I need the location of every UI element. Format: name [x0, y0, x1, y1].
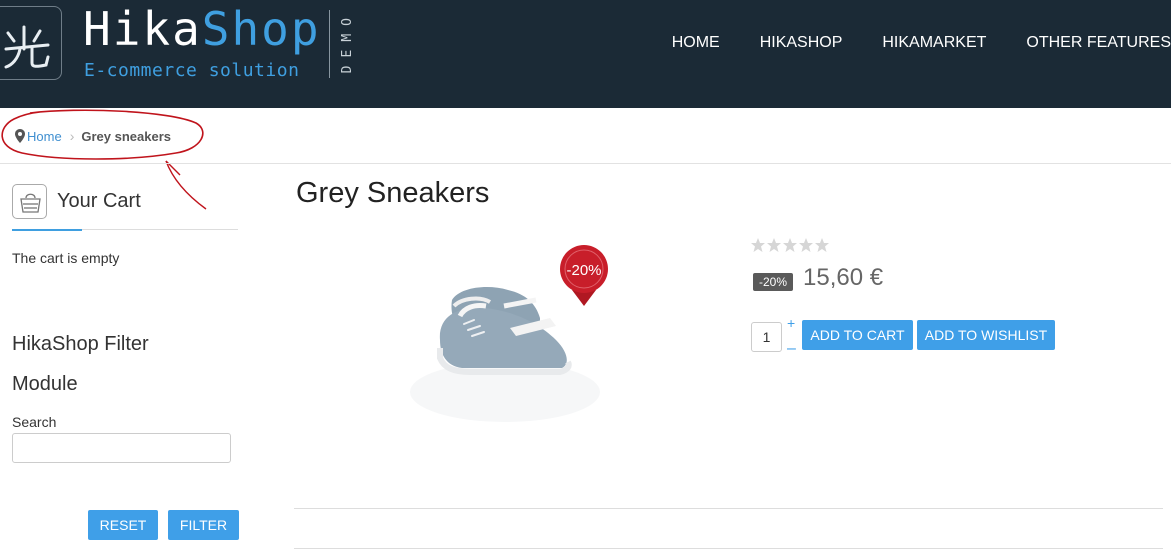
content-divider: [294, 508, 1163, 509]
brand-part-1: Hika: [83, 2, 202, 56]
main-nav: HOME HIKASHOP HIKAMARKET OTHER FEATURES: [672, 34, 1171, 52]
quantity-increase-button[interactable]: +: [787, 315, 795, 331]
content-divider: [294, 548, 1163, 549]
star-icon: [783, 238, 797, 252]
location-pin-icon: [15, 129, 25, 143]
demo-label: DEMO: [340, 10, 355, 74]
add-to-cart-button[interactable]: ADD TO CART: [802, 320, 913, 350]
brand-name[interactable]: HikaShop: [83, 2, 321, 56]
star-icon: [767, 238, 781, 252]
product-title: Grey Sneakers: [296, 177, 490, 209]
breadcrumb-current: Grey sneakers: [81, 128, 171, 144]
breadcrumb: Home › Grey sneakers: [15, 128, 171, 144]
nav-item-home[interactable]: HOME: [672, 34, 720, 52]
breadcrumb-home-link[interactable]: Home: [27, 129, 62, 144]
hikashop-logo-icon: [4, 25, 50, 69]
nav-item-hikamarket[interactable]: HIKAMARKET: [882, 34, 986, 52]
header-divider: [329, 10, 330, 78]
product-image[interactable]: -20%: [400, 232, 610, 437]
cart-empty-message: The cart is empty: [12, 250, 120, 266]
rating-stars[interactable]: [750, 237, 830, 253]
breadcrumb-separator-icon: ›: [69, 128, 75, 144]
nav-item-other-features[interactable]: OTHER FEATURES: [1026, 34, 1171, 52]
search-input[interactable]: [12, 433, 231, 463]
quantity-decrease-button[interactable]: –: [787, 340, 796, 358]
logo[interactable]: [0, 6, 62, 80]
cart-title: Your Cart: [57, 190, 141, 212]
star-icon: [751, 238, 765, 252]
filter-button[interactable]: FILTER: [168, 510, 239, 540]
nav-item-hikashop[interactable]: HIKASHOP: [760, 34, 843, 52]
add-to-wishlist-button[interactable]: ADD TO WISHLIST: [917, 320, 1055, 350]
star-icon: [815, 238, 829, 252]
brand-part-2: Shop: [201, 2, 321, 56]
cart-rule-accent: [12, 229, 82, 231]
reset-button[interactable]: RESET: [88, 510, 158, 540]
breadcrumb-divider: [0, 163, 1171, 164]
cart-basket-icon: [12, 184, 47, 219]
product-price: 15,60 €: [803, 264, 884, 291]
brand-tagline: E-commerce solution: [84, 60, 300, 81]
site-header: HikaShop E-commerce solution DEMO HOME H…: [0, 0, 1171, 108]
sale-badge-label: -20%: [566, 262, 601, 279]
discount-badge: -20%: [753, 273, 794, 291]
search-label: Search: [12, 414, 57, 430]
star-icon: [799, 238, 813, 252]
filter-module-title: HikaShop Filter Module: [12, 333, 149, 395]
quantity-input[interactable]: 1: [751, 322, 782, 352]
